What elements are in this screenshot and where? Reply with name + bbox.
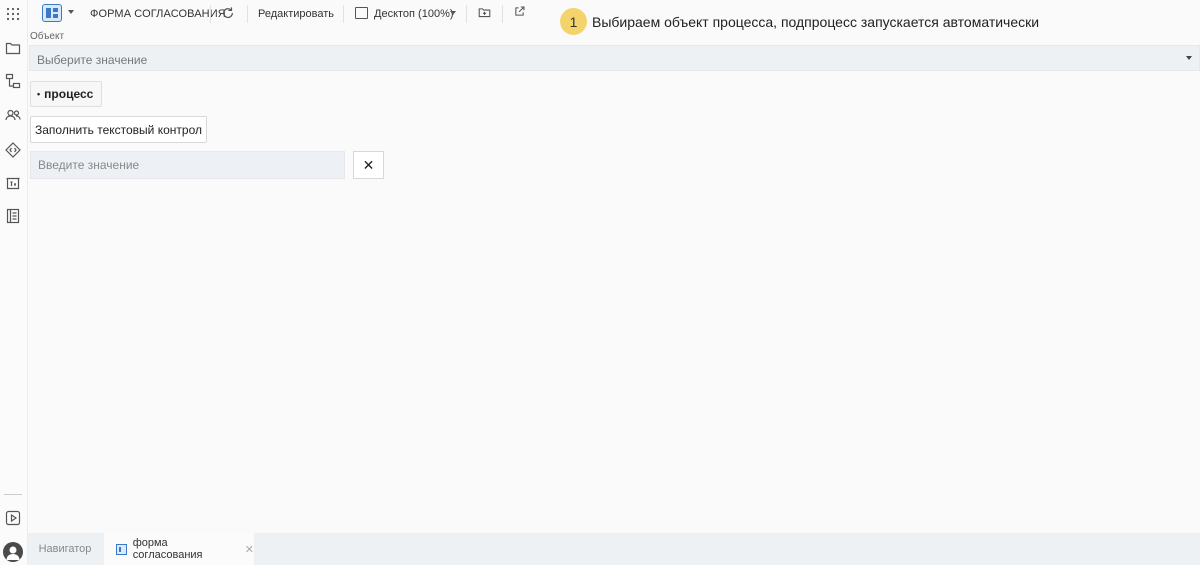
users-icon[interactable] [4,106,22,124]
toolbar-divider [210,5,211,23]
object-select[interactable]: Выберите значение [29,45,1200,71]
left-sidebar [0,0,28,565]
process-toggle-button[interactable]: • процесс [30,81,102,107]
text-value-input[interactable] [30,151,345,179]
object-field-label: Объект [30,31,65,42]
text-box-icon[interactable] [4,174,22,192]
tab-label: Навигатор [38,543,92,555]
edit-button[interactable]: Редактировать [258,8,334,20]
refresh-icon[interactable] [221,6,235,20]
folder-plus-icon[interactable] [478,6,491,19]
bullet-icon: • [37,89,41,99]
folder-icon[interactable] [4,39,22,57]
toolbar-divider [502,5,503,23]
object-select-placeholder: Выберите значение [37,53,148,67]
tab-approval-form[interactable]: форма согласования ✕ [104,533,254,565]
hierarchy-icon[interactable] [4,72,22,90]
form-tab-icon [116,543,127,555]
code-diamond-icon[interactable] [4,141,22,159]
play-icon[interactable] [4,509,22,527]
fill-text-control-button[interactable]: Заполнить текстовый контрол [30,116,207,143]
chevron-down-icon[interactable] [1186,56,1192,60]
step-badge: 1 [560,8,587,35]
bottom-tab-bar: Навигатор форма согласования ✕ [28,533,1200,565]
desktop-icon [355,7,368,19]
form-app-icon[interactable] [42,4,62,22]
book-icon[interactable] [4,207,22,225]
clear-button[interactable]: ✕ [353,151,384,179]
toolbar-divider [343,5,344,23]
step-hint: 1 Выбираем объект процесса, подпроцесс з… [560,8,1039,35]
device-select[interactable]: Десктоп (100%) [374,8,454,20]
form-title: ФОРМА СОГЛАСОВАНИЯ [90,8,226,20]
sidebar-divider [4,494,22,495]
chevron-down-icon[interactable] [450,11,456,15]
tab-navigator[interactable]: Навигатор [28,533,102,565]
user-avatar-icon[interactable] [3,542,23,562]
toolbar-divider [247,5,248,23]
close-icon[interactable]: ✕ [245,543,254,556]
apps-grid-icon[interactable] [4,5,22,23]
tab-label: форма согласования [132,537,203,561]
step-hint-text: Выбираем объект процесса, подпроцесс зап… [592,13,1040,30]
external-link-icon[interactable] [513,5,526,18]
process-button-label: процесс [44,87,94,101]
chevron-down-icon[interactable] [68,10,74,14]
toolbar-divider [466,5,467,23]
